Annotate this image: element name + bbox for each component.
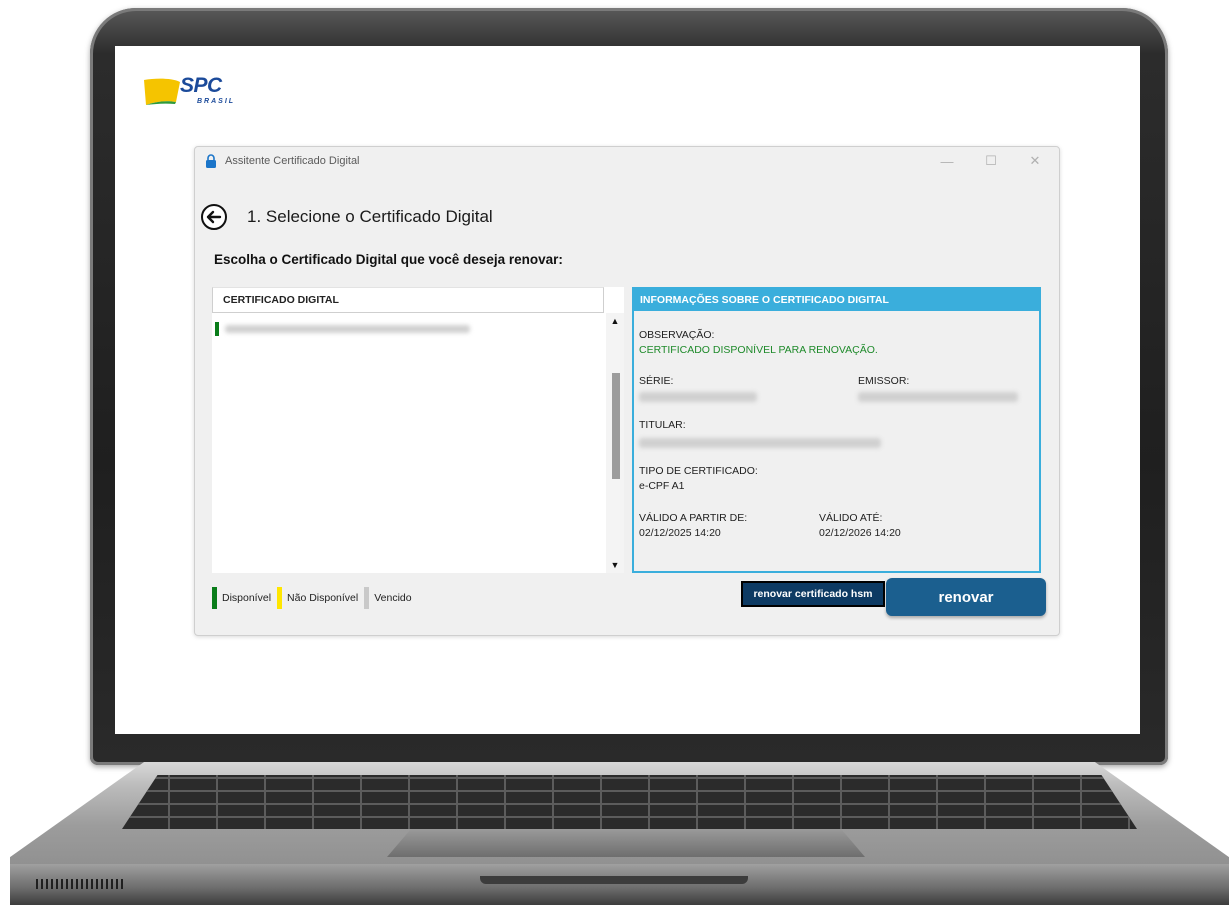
legend-swatch-gray	[364, 587, 370, 609]
status-indicator	[215, 322, 219, 336]
list-scrollbar[interactable]: ▲ ▼	[606, 313, 624, 573]
renew-hsm-button[interactable]: renovar certificado hsm	[741, 581, 885, 607]
scroll-up-icon[interactable]: ▲	[606, 313, 624, 329]
spc-brasil-logo: SPC BRASIL	[142, 74, 236, 110]
legend-item-vencido: Vencido	[364, 587, 412, 609]
arrow-left-icon	[206, 210, 222, 224]
step-title: 1. Selecione o Certificado Digital	[247, 207, 493, 226]
instruction-text: Escolha o Certificado Digital que você d…	[214, 252, 563, 267]
list-item[interactable]	[215, 322, 470, 336]
legend-label: Não Disponível	[287, 592, 359, 604]
app-window: Assitente Certificado Digital — ☐ ✕ 1. S…	[194, 146, 1060, 636]
lock-icon	[206, 154, 216, 168]
laptop-base-front	[10, 864, 1229, 905]
legend-item-disponivel: Disponível	[212, 587, 271, 609]
minimize-button[interactable]: —	[925, 147, 969, 175]
blurred-serie-value	[639, 392, 757, 402]
legend-item-nao-disponivel: Não Disponível	[277, 587, 358, 609]
laptop-notch	[480, 876, 748, 884]
blurred-certificate-name	[225, 325, 470, 333]
legend-label: Disponível	[222, 592, 272, 604]
valido-de-value: 02/12/2025 14:20	[639, 527, 721, 539]
serie-label: SÉRIE:	[639, 375, 674, 387]
back-button[interactable]	[201, 204, 227, 230]
blurred-titular-value	[639, 438, 881, 448]
maximize-button[interactable]: ☐	[969, 147, 1013, 175]
info-header: INFORMAÇÕES SOBRE O CERTIFICADO DIGITAL	[634, 289, 1039, 311]
tipo-label: TIPO DE CERTIFICADO:	[639, 465, 758, 477]
observacao-value: CERTIFICADO DISPONÍVEL PARA RENOVAÇÃO.	[639, 344, 878, 356]
logo-swoosh-icon	[144, 78, 180, 105]
close-button[interactable]: ✕	[1013, 147, 1057, 175]
tipo-value: e-CPF A1	[639, 480, 685, 492]
certificate-info-panel: INFORMAÇÕES SOBRE O CERTIFICADO DIGITAL …	[632, 287, 1041, 573]
laptop-keyboard	[122, 775, 1137, 829]
blurred-emissor-value	[858, 392, 1018, 402]
list-header: CERTIFICADO DIGITAL	[212, 287, 604, 313]
laptop-screen: SPC BRASIL Assitente Certificado Digital…	[115, 46, 1140, 734]
status-legend: Disponível Não Disponível Vencido	[212, 587, 418, 609]
renew-button[interactable]: renovar	[886, 578, 1046, 616]
legend-label: Vencido	[374, 592, 412, 604]
titular-label: TITULAR:	[639, 419, 686, 431]
legend-swatch-green	[212, 587, 217, 609]
window-title: Assitente Certificado Digital	[225, 155, 360, 167]
scroll-thumb[interactable]	[612, 373, 620, 479]
logo-text: SPC	[180, 74, 222, 97]
scroll-down-icon[interactable]: ▼	[606, 557, 624, 573]
legend-swatch-yellow	[277, 587, 283, 609]
laptop-vent	[36, 879, 126, 889]
valido-de-label: VÁLIDO A PARTIR DE:	[639, 512, 748, 524]
emissor-label: EMISSOR:	[858, 375, 910, 387]
certificate-list: CERTIFICADO DIGITAL ▲ ▼	[212, 287, 624, 573]
laptop-trackpad	[387, 829, 865, 857]
observacao-label: OBSERVAÇÃO:	[639, 329, 715, 341]
valido-ate-label: VÁLIDO ATÉ:	[819, 512, 883, 524]
logo-subtext: BRASIL	[197, 98, 236, 105]
valido-ate-value: 02/12/2026 14:20	[819, 527, 901, 539]
